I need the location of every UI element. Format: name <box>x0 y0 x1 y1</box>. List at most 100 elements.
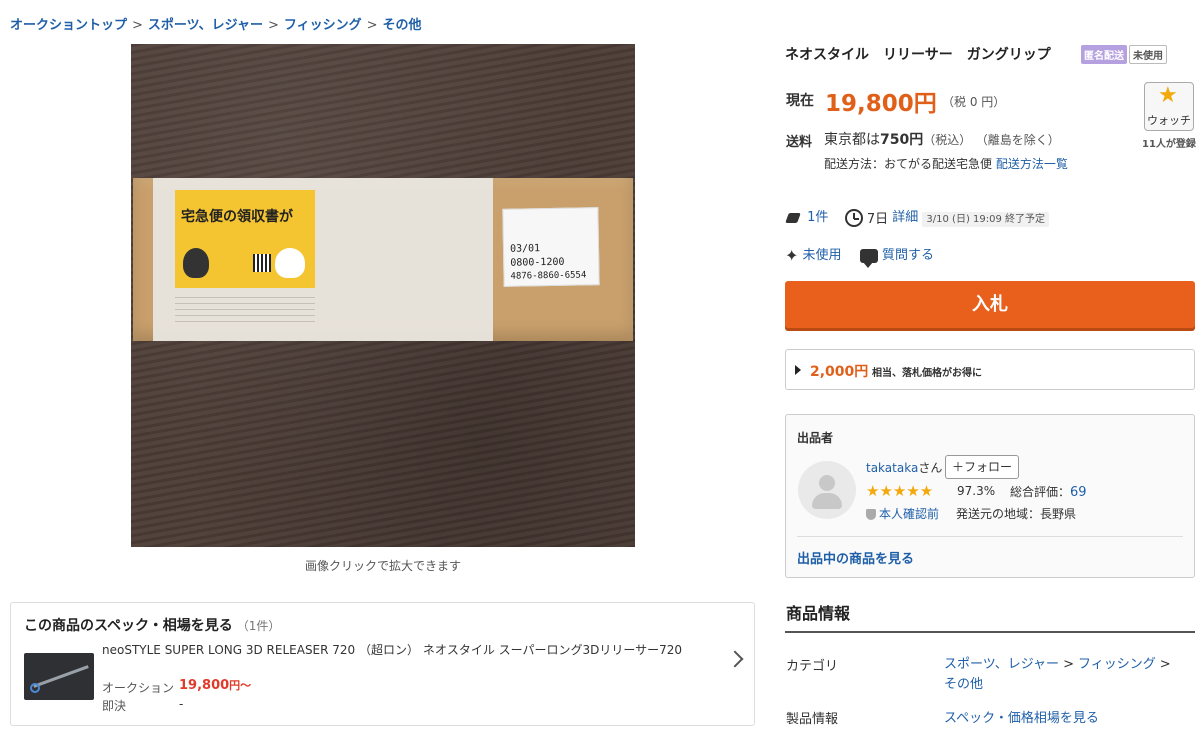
shipping-tax: （税込） <box>923 133 972 147</box>
category-separator: > <box>1159 657 1171 672</box>
anonymous-shipping-badge: 匿名配送 <box>1081 45 1127 64</box>
seller-items-link[interactable]: 出品中の商品を見る <box>797 548 914 567</box>
photo-label-time: 0800-1200 <box>510 256 565 269</box>
gavel-icon <box>785 210 803 226</box>
breadcrumb-separator: > <box>267 18 279 33</box>
spec-info-label: 製品情報 <box>786 712 839 727</box>
seller-name-suffix: さん <box>918 461 943 475</box>
seller-heading: 出品者 <box>797 431 834 445</box>
rating-percent: 97.3% <box>957 484 996 498</box>
shipping-label: 送料 <box>786 135 813 150</box>
breadcrumb-other[interactable]: その他 <box>383 18 422 33</box>
chevron-right-icon[interactable] <box>726 650 744 668</box>
watch-label: ウォッチ <box>1147 114 1191 127</box>
avatar-body <box>812 493 842 509</box>
time-left: 7日 <box>866 212 889 227</box>
bid-count-link[interactable]: 1件 <box>807 210 828 225</box>
bid-status-row: 1件 7日 詳細 3/10 (日) 19:09 終了予定 <box>785 206 1050 227</box>
spec-auction-price: 19,800円〜 <box>179 677 251 693</box>
product-image[interactable]: 宅急便の領収書が 03/01 0800-1200 4876-8860-6554 <box>131 44 635 547</box>
shipping-fee: 東京都は750円（税込） （離島を除く） <box>824 129 1060 149</box>
category-label: カテゴリ <box>786 659 839 674</box>
photo-label-tracking: 4876-8860-6554 <box>510 270 587 282</box>
price-label: 現在 <box>786 93 814 109</box>
shipping-method-text: 配送方法：おてがる配送宅急便 <box>824 157 993 171</box>
shipping-method: 配送方法：おてがる配送宅急便 配送方法一覧 <box>824 155 1068 172</box>
photo-fine-print <box>175 292 315 322</box>
spec-product-name[interactable]: neoSTYLE SUPER LONG 3D RELEASER 720 （超ロン… <box>102 641 682 658</box>
bid-button[interactable]: 入札 <box>785 281 1195 328</box>
photo-slip-title: 宅急便の領収書が <box>181 209 293 225</box>
item-title: ネオスタイル リリーサー ガングリップ <box>785 47 1051 63</box>
price-tax: （税 0 円） <box>942 95 1006 109</box>
product-info-heading: 商品情報 <box>786 604 851 623</box>
spec-bin-value: - <box>179 697 184 711</box>
spec-heading: この商品のスペック・相場を見る （1件） <box>24 615 280 635</box>
spec-bin-label: 即決 <box>102 699 127 713</box>
shipping-method-link[interactable]: 配送方法一覧 <box>996 157 1068 171</box>
breadcrumb-auction-top[interactable]: オークショントップ <box>10 18 127 33</box>
photo-qr-code <box>253 254 271 272</box>
seller-card: 出品者 takatakaさん ＋フォロー ★★★★★ 97.3% 総合評価：69… <box>785 414 1195 578</box>
category-link-sports[interactable]: スポーツ、レジャー <box>944 657 1059 672</box>
sparkle-icon: ✦ <box>785 246 799 265</box>
watch-count: 11人が登録 <box>1142 139 1196 150</box>
details-link[interactable]: 詳細 <box>892 210 918 225</box>
star-icon: ★ <box>1158 83 1178 108</box>
category-path: スポーツ、レジャー > フィッシング > その他 <box>944 655 1194 695</box>
condition-badge: 未使用 <box>1129 45 1167 64</box>
shipping-fee-value: 750円 <box>880 132 924 148</box>
spec-thumbnail[interactable] <box>24 653 94 700</box>
photo-receipt-slip: 宅急便の領収書が <box>175 190 315 288</box>
seller-name-text[interactable]: takataka <box>866 461 918 475</box>
identity-status: 本人確認前 <box>866 505 939 522</box>
current-price: 19,800円 <box>825 91 937 117</box>
divider <box>797 536 1183 537</box>
divider <box>785 631 1195 633</box>
spec-count: （1件） <box>236 619 281 633</box>
total-rating-label: 総合評価： <box>1010 485 1071 499</box>
question-link[interactable]: 質問する <box>882 248 934 263</box>
spec-auction-price-suffix: 円〜 <box>229 679 252 692</box>
total-rating: 総合評価：69 <box>1010 483 1087 500</box>
savings-banner[interactable]: 2,000円 相当、落札価格がお得に <box>785 349 1195 390</box>
ship-from-region: 発送元の地域：長野県 <box>956 507 1077 521</box>
total-rating-link[interactable]: 69 <box>1070 485 1087 500</box>
spec-heading-text: この商品のスペック・相場を見る <box>24 618 233 634</box>
shipping-region: 東京都は <box>824 132 880 148</box>
end-time: 3/10 (日) 19:09 終了予定 <box>922 212 1050 227</box>
spec-info-link[interactable]: スペック・価格相場を見る <box>944 707 1099 726</box>
watch-button[interactable]: ★ ウォッチ <box>1144 82 1194 131</box>
breadcrumb-separator: > <box>366 18 378 33</box>
spec-auction-label: オークション <box>102 681 175 695</box>
photo-caption: 画像クリックで拡大できます <box>304 559 461 573</box>
identity-status-link[interactable]: 本人確認前 <box>879 507 939 521</box>
shipping-except: （離島を除く） <box>975 133 1060 147</box>
thumbnail-rod <box>33 665 89 688</box>
savings-text: 相当、落札価格がお得に <box>872 368 982 379</box>
condition-row: ✦ 未使用 質問する <box>785 244 934 268</box>
breadcrumb-separator: > <box>132 18 143 33</box>
photo-shipping-label: 03/01 0800-1200 4876-8860-6554 <box>502 207 600 287</box>
rating-stars: ★★★★★ <box>866 482 934 500</box>
breadcrumb-fishing[interactable]: フィッシング <box>284 18 362 33</box>
shield-icon <box>866 509 876 520</box>
condition-link[interactable]: 未使用 <box>803 248 842 263</box>
seller-name[interactable]: takatakaさん <box>866 459 942 476</box>
chat-icon <box>859 248 878 268</box>
photo-package-box: 宅急便の領収書が 03/01 0800-1200 4876-8860-6554 <box>133 178 633 341</box>
category-separator: > <box>1063 657 1074 672</box>
spec-auction-price-value: 19,800 <box>179 678 230 693</box>
spec-card[interactable]: この商品のスペック・相場を見る （1件） neoSTYLE SUPER LONG … <box>10 602 755 726</box>
breadcrumb-sports-leisure[interactable]: スポーツ、レジャー <box>148 18 263 33</box>
photo-cat-white <box>275 248 305 278</box>
breadcrumb: オークショントップ > スポーツ、レジャー > フィッシング > その他 <box>10 14 422 33</box>
category-link-other[interactable]: その他 <box>944 677 983 692</box>
follow-button[interactable]: ＋フォロー <box>945 455 1019 479</box>
category-link-fishing[interactable]: フィッシング <box>1078 657 1156 672</box>
caret-right-icon <box>795 365 801 375</box>
thumbnail-hook <box>30 683 40 693</box>
photo-cat-black <box>183 248 209 278</box>
photo-label-date: 03/01 <box>509 243 541 255</box>
avatar[interactable] <box>798 461 856 519</box>
